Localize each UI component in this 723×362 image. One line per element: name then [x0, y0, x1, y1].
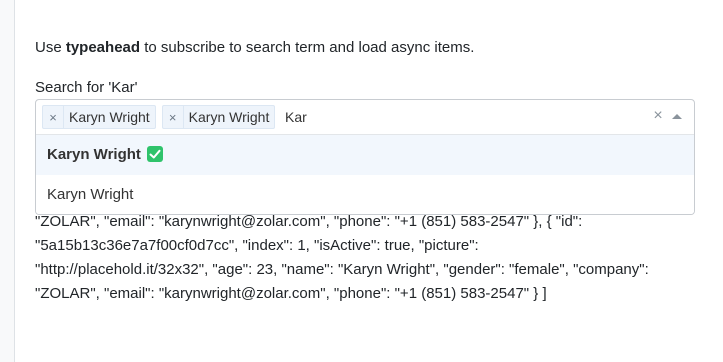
selected-values: × Karyn Wright × Karyn Wright [42, 105, 281, 129]
caret-up-icon[interactable] [672, 114, 682, 119]
results-json: "ZOLAR", "email": "karynwright@zolar.com… [35, 210, 707, 306]
intro-prefix: Use [35, 39, 66, 56]
intro-keyword: typeahead [65, 39, 141, 56]
typeahead-select[interactable]: × Karyn Wright × Karyn Wright × Karyn Wr… [35, 99, 695, 215]
check-icon [147, 145, 164, 162]
select-control[interactable]: × Karyn Wright × Karyn Wright × [36, 100, 694, 135]
results-line: "http://placehold.it/32x32", "age": 23, … [35, 261, 649, 278]
selected-chip: × Karyn Wright [42, 105, 156, 129]
results-line: "ZOLAR", "email": "karynwright@zolar.com… [35, 285, 547, 302]
chip-label: Karyn Wright [69, 109, 150, 125]
selected-chip: × Karyn Wright [161, 105, 276, 129]
chip-remove-icon[interactable]: × [163, 106, 184, 128]
intro-suffix: to subscribe to search term and load asy… [140, 39, 475, 56]
search-label: Search for 'Kar' [35, 79, 138, 96]
search-input[interactable] [285, 106, 585, 128]
dropdown-option[interactable]: Karyn Wright [36, 135, 694, 175]
option-label: Karyn Wright [47, 186, 134, 203]
chip-label: Karyn Wright [188, 109, 270, 125]
chip-remove-icon[interactable]: × [43, 106, 64, 128]
intro-text: Use typeahead to subscribe to search ter… [35, 38, 474, 58]
clear-icon[interactable]: × [650, 107, 666, 125]
option-label: Karyn Wright [47, 146, 141, 163]
dropdown-option[interactable]: Karyn Wright [36, 175, 694, 214]
content-panel: Use typeahead to subscribe to search ter… [14, 0, 723, 362]
results-line: "5a15b13c36e7a7f00cf0d7cc", "index": 1, … [35, 237, 479, 254]
